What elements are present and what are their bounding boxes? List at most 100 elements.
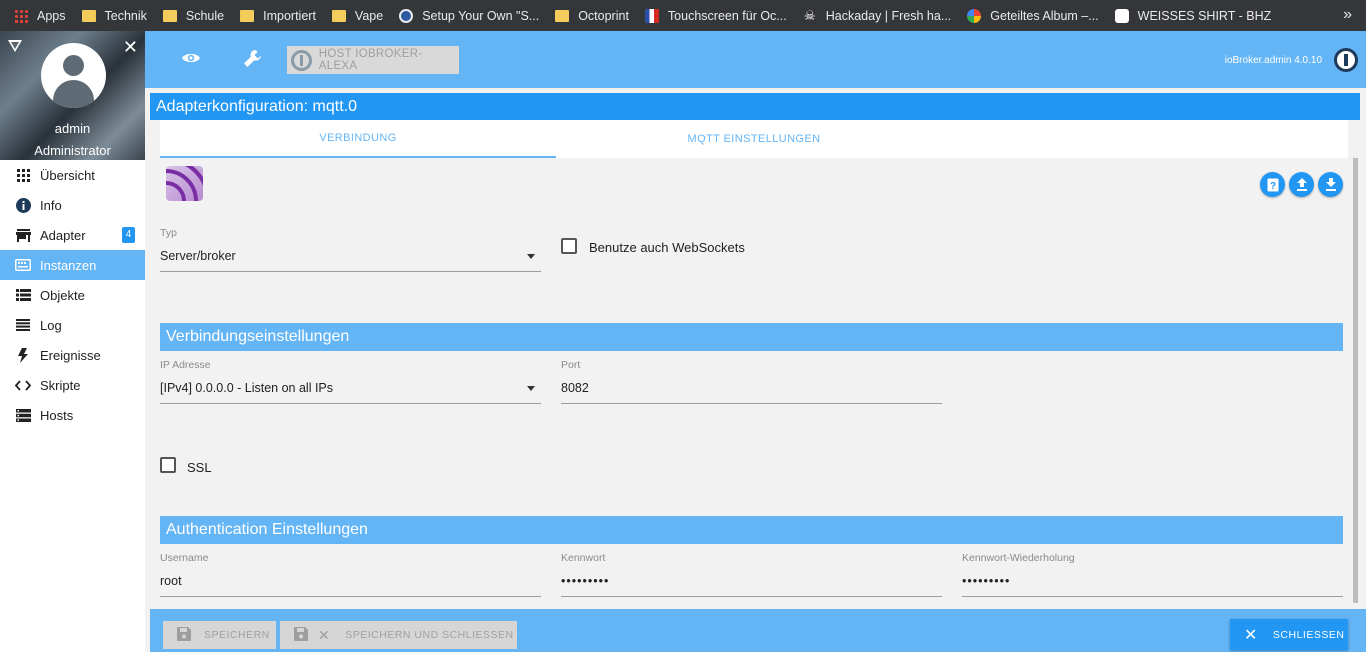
flag-icon [644,8,659,23]
bookmark-shirt[interactable]: WEISSES SHIRT - BHZ [1114,8,1272,23]
pinwheel-icon [967,8,982,23]
websockets-label: Benutze auch WebSockets [589,240,745,255]
bookmark-label: WEISSES SHIRT - BHZ [1137,8,1272,23]
folder-icon [81,9,96,22]
typ-label: Typ [160,227,177,239]
websockets-checkbox[interactable] [561,238,577,254]
sidebar-item-skripte[interactable]: Skripte [0,370,145,400]
sidebar-item-uebersicht[interactable]: Übersicht [0,160,145,190]
user-role: Administrator [34,143,111,158]
bookmark-technik[interactable]: Technik [81,8,147,23]
scrollbar[interactable] [1353,158,1358,603]
bookmark-hackaday[interactable]: ☠ Hackaday | Fresh ha... [803,8,952,23]
svg-text:?: ? [1269,181,1275,192]
top-toolbar: HOST IOBROKER-ALEXA ioBroker.admin 4.0.1… [145,31,1366,88]
sidebar-item-label: Ereignisse [40,347,101,363]
iobroker-logo-icon [291,49,312,71]
username-input[interactable]: root [160,569,541,597]
typ-value: Server/broker [160,249,236,263]
grid-icon [15,168,31,182]
ssl-checkbox[interactable] [160,457,176,473]
host-label: HOST IOBROKER-ALEXA [318,48,423,72]
code-icon [15,378,31,392]
tab-verbindung[interactable]: VERBINDUNG [160,120,556,158]
bookmark-label: Hackaday | Fresh ha... [825,8,952,23]
user-name: admin [54,121,91,136]
close-button[interactable]: ✕ SCHLIESSEN [1230,619,1348,650]
save-label: SPEICHERN [204,629,270,641]
bookmark-label: Importiert [263,8,316,23]
upload-button[interactable] [1289,172,1314,197]
password-repeat-input[interactable]: ••••••••• [962,569,1343,597]
bookmark-label: Schule [185,8,225,23]
hosts-icon [15,408,31,422]
password-repeat-label: Kennwort-Wiederholung [962,552,1075,564]
bookmark-setup[interactable]: Setup Your Own "S... [399,8,540,23]
close-label: SCHLIESSEN [1272,628,1345,641]
bookmark-vape[interactable]: Vape [331,9,383,23]
sidebar-item-hosts[interactable]: Hosts [0,400,145,430]
download-button[interactable] [1318,172,1343,197]
avatar [41,43,106,108]
mqtt-adapter-icon [166,166,203,201]
port-input[interactable]: 8082 [561,376,942,404]
config-tabs: VERBINDUNG MQTT EINSTELLUNGEN [160,120,1348,158]
folder-icon [555,9,570,22]
sidebar-item-objekte[interactable]: Objekte [0,280,145,310]
bookmark-album[interactable]: Geteiltes Album –... [967,8,1099,23]
list-icon [15,288,31,302]
sidebar-item-label: Adapter [40,227,86,243]
sidebar-item-adapter[interactable]: Adapter 4 [0,220,145,250]
bottom-action-bar: SPEICHERN ✕ SPEICHERN UND SCHLIESSEN ✕ S… [150,609,1366,652]
bookmark-touchscreen[interactable]: Touchscreen für Oc... [644,8,787,23]
password-input[interactable]: ••••••••• [561,569,942,597]
help-button[interactable]: ? [1260,172,1285,197]
menu-toggle-icon[interactable] [8,40,22,52]
port-label: Port [561,359,581,371]
sidebar-item-info[interactable]: Info [0,190,145,220]
folder-icon [331,9,346,22]
save-and-close-label: SPEICHERN UND SCHLIESSEN [345,629,514,641]
save-icon [177,626,191,644]
admin-version: ioBroker.admin 4.0.10 [1224,55,1322,66]
typ-select[interactable]: Server/broker [160,244,541,272]
sidebar-item-log[interactable]: Log [0,310,145,340]
save-icon [294,626,308,644]
bookmarks-overflow-icon[interactable]: » [1343,6,1352,24]
username-label: Username [160,552,209,564]
sidebar-item-instanzen[interactable]: Instanzen [0,250,145,280]
ip-label: IP Adresse [160,359,211,371]
iobroker-icon [399,8,414,23]
shirt-icon [1114,8,1129,23]
sidebar-item-label: Instanzen [40,257,97,273]
folder-icon [240,9,255,22]
close-sidebar-icon[interactable]: ✕ [123,37,138,58]
log-icon [15,318,31,332]
sidebar-item-label: Info [40,197,62,213]
bookmark-importiert[interactable]: Importiert [240,9,316,23]
sidebar-item-label: Skripte [40,377,81,393]
sidebar-item-ereignisse[interactable]: Ereignisse [0,340,145,370]
bookmark-apps[interactable]: Apps [14,8,66,23]
tab-mqtt-einstellungen[interactable]: MQTT EINSTELLUNGEN [556,120,952,158]
sidebar-item-label: Übersicht [40,167,95,183]
bookmark-label: Setup Your Own "S... [422,8,540,23]
close-icon: ✕ [1244,626,1258,644]
bookmark-label: Technik [104,8,147,23]
sidebar: ✕ admin Administrator Übersicht Info Ada… [0,31,145,652]
wrench-icon[interactable] [243,49,262,74]
bookmark-schule[interactable]: Schule [162,8,225,23]
store-icon [15,228,31,242]
password-label: Kennwort [561,552,606,564]
ip-value: [IPv4] 0.0.0.0 - Listen on all IPs [160,381,334,395]
eye-icon[interactable] [181,51,201,69]
save-button[interactable]: SPEICHERN [163,621,276,649]
folder-icon [162,9,177,22]
save-and-close-button[interactable]: ✕ SPEICHERN UND SCHLIESSEN [280,621,517,649]
ip-select[interactable]: [IPv4] 0.0.0.0 - Listen on all IPs [160,376,541,404]
section-verbindungseinstellungen: Verbindungseinstellungen [160,323,1343,351]
host-selector-button[interactable]: HOST IOBROKER-ALEXA [287,46,459,74]
bookmark-octoprint[interactable]: Octoprint [555,9,629,23]
close-icon: ✕ [318,626,331,643]
sidebar-item-label: Objekte [40,287,85,303]
